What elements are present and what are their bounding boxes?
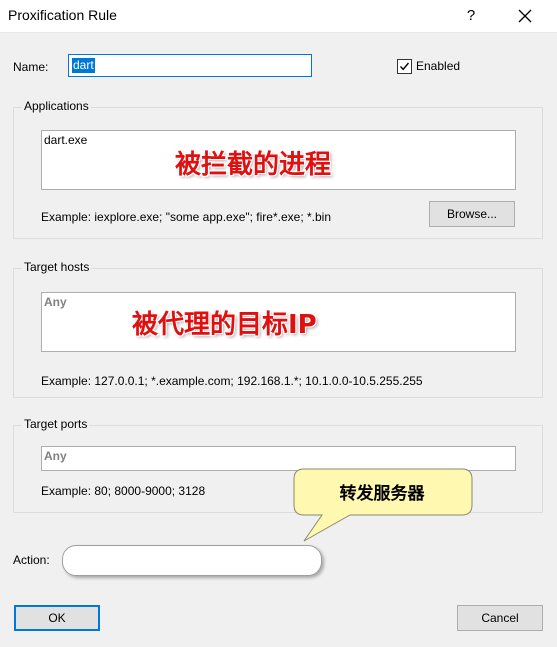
callout-bubble <box>293 468 473 542</box>
target-ports-example: Example: 80; 8000-9000; 3128 <box>41 484 206 498</box>
target-ports-placeholder: Any <box>44 449 67 463</box>
applications-annotation: 被拦截的进程 <box>175 150 332 180</box>
cancel-button[interactable]: Cancel <box>457 605 543 631</box>
enabled-checkbox[interactable] <box>397 59 412 74</box>
browse-button[interactable]: Browse... <box>429 201 515 227</box>
name-input[interactable]: dart <box>68 54 312 77</box>
enabled-label: Enabled <box>416 59 461 73</box>
window-title: Proxification Rule <box>8 7 117 23</box>
help-button[interactable]: ? <box>448 0 494 32</box>
callout-text: 转发服务器 <box>339 484 425 504</box>
name-value: dart <box>72 58 95 73</box>
applications-group-title: Applications <box>22 99 91 113</box>
close-icon <box>518 9 532 23</box>
target-hosts-example: Example: 127.0.0.1; *.example.com; 192.1… <box>41 374 423 388</box>
ok-button[interactable]: OK <box>14 605 100 631</box>
title-bar: Proxification Rule ? <box>0 0 557 33</box>
action-label: Action: <box>13 553 50 567</box>
target-hosts-annotation: 被代理的目标IP <box>132 310 317 340</box>
target-ports-group-title: Target ports <box>22 417 90 431</box>
name-label: Name: <box>13 60 49 74</box>
applications-example: Example: iexplore.exe; "some app.exe"; f… <box>41 210 332 224</box>
proxification-rule-dialog: Proxification Rule ? Name: dart Enabled … <box>0 0 557 647</box>
action-select[interactable] <box>62 545 322 576</box>
applications-value: dart.exe <box>44 133 88 147</box>
close-button[interactable] <box>502 0 548 32</box>
target-hosts-group-title: Target hosts <box>22 260 92 274</box>
checkmark-icon <box>399 62 410 71</box>
target-hosts-placeholder: Any <box>44 295 67 309</box>
action-callout: 转发服务器 <box>292 465 478 545</box>
